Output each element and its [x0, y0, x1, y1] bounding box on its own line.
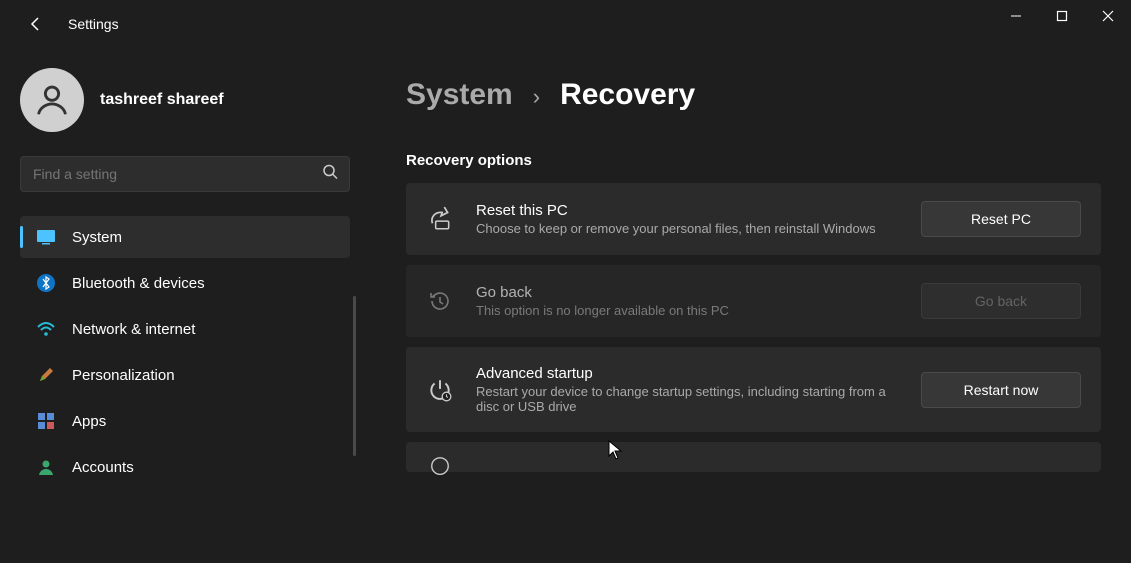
nav-item-accounts[interactable]: Accounts	[20, 446, 350, 488]
reset-pc-button[interactable]: Reset PC	[921, 201, 1081, 237]
nav-item-network[interactable]: Network & internet	[20, 308, 350, 350]
maximize-button[interactable]	[1039, 0, 1085, 32]
card-peek	[406, 442, 1101, 472]
breadcrumb: System › Recovery	[406, 78, 1101, 112]
display-icon	[36, 227, 56, 247]
reset-icon	[426, 206, 454, 232]
sidebar-scrollbar[interactable]	[353, 296, 356, 456]
nav-label: System	[72, 229, 122, 246]
breadcrumb-current: Recovery	[560, 78, 695, 112]
history-icon	[426, 289, 454, 313]
nav-label: Apps	[72, 413, 106, 430]
restart-now-button[interactable]: Restart now	[921, 372, 1081, 408]
search-wrap	[20, 156, 350, 192]
nav-label: Bluetooth & devices	[72, 275, 205, 292]
maximize-icon	[1056, 10, 1068, 22]
user-block[interactable]: tashreef shareef	[20, 68, 350, 132]
card-desc: This option is no longer available on th…	[476, 303, 899, 318]
app-title: Settings	[68, 16, 119, 32]
nav-item-system[interactable]: System	[20, 216, 350, 258]
minimize-icon	[1010, 10, 1022, 22]
nav-label: Network & internet	[72, 321, 195, 338]
avatar	[20, 68, 84, 132]
nav-item-bluetooth[interactable]: Bluetooth & devices	[20, 262, 350, 304]
search-icon	[322, 164, 338, 185]
person-icon	[33, 81, 71, 119]
card-go-back: Go back This option is no longer availab…	[406, 265, 1101, 337]
arrow-left-icon	[28, 16, 44, 32]
apps-icon	[36, 411, 56, 431]
minimize-button[interactable]	[993, 0, 1039, 32]
close-icon	[1102, 10, 1114, 22]
card-reset-pc: Reset this PC Choose to keep or remove y…	[406, 183, 1101, 255]
nav-item-apps[interactable]: Apps	[20, 400, 350, 442]
username: tashreef shareef	[100, 91, 224, 109]
search-input[interactable]	[20, 156, 350, 192]
card-desc: Restart your device to change startup se…	[476, 384, 899, 414]
nav: System Bluetooth & devices Network & int…	[20, 216, 350, 488]
accounts-icon	[36, 457, 56, 477]
nav-label: Personalization	[72, 367, 175, 384]
power-settings-icon	[426, 377, 454, 403]
bluetooth-icon	[36, 273, 56, 293]
card-title: Advanced startup	[476, 365, 899, 382]
chevron-right-icon: ›	[533, 84, 540, 110]
card-title: Go back	[476, 284, 899, 301]
nav-item-personalization[interactable]: Personalization	[20, 354, 350, 396]
close-button[interactable]	[1085, 0, 1131, 32]
window-controls	[993, 0, 1131, 32]
card-title: Reset this PC	[476, 202, 899, 219]
card-desc: Choose to keep or remove your personal f…	[476, 221, 899, 236]
card-advanced-startup: Advanced startup Restart your device to …	[406, 347, 1101, 432]
breadcrumb-parent[interactable]: System	[406, 78, 513, 112]
go-back-button: Go back	[921, 283, 1081, 319]
wifi-icon	[36, 319, 56, 339]
main: System › Recovery Recovery options Reset…	[360, 48, 1131, 563]
sidebar: tashreef shareef System Bluetooth & devi…	[0, 48, 360, 563]
section-title: Recovery options	[406, 152, 1101, 169]
brush-icon	[36, 365, 56, 385]
back-button[interactable]	[20, 8, 52, 40]
nav-label: Accounts	[72, 459, 134, 476]
titlebar: Settings	[0, 0, 1131, 48]
help-icon	[426, 455, 454, 477]
